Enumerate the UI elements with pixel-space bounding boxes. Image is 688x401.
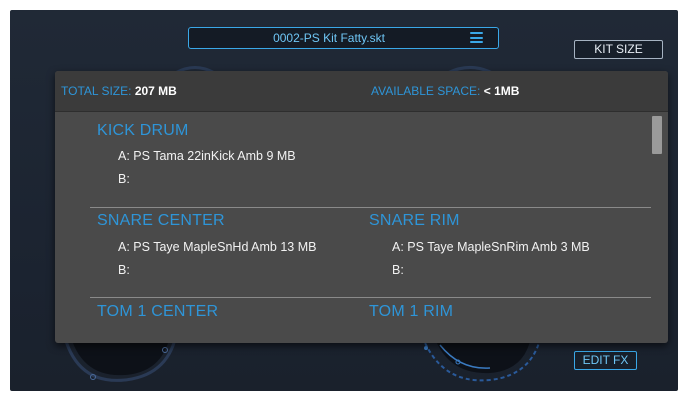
drum-name-tom1-rim: TOM 1 RIM [369, 303, 454, 320]
available-space-label: AVAILABLE SPACE: [371, 84, 481, 98]
scrollbar-thumb[interactable] [652, 116, 662, 154]
kit-size-panel: TOTAL SIZE: 207 MB AVAILABLE SPACE: < 1M… [55, 71, 668, 343]
drum-name-kick: KICK DRUM [97, 122, 189, 139]
kick-slot-b[interactable]: B: [118, 172, 130, 186]
menu-icon[interactable] [470, 32, 483, 43]
kit-size-button[interactable]: KIT SIZE [574, 40, 663, 59]
drum-name-snare-center: SNARE CENTER [97, 212, 225, 229]
drum-name-snare-rim: SNARE RIM [369, 212, 460, 229]
available-space-info: AVAILABLE SPACE: < 1MB [371, 84, 519, 98]
snare-rim-slot-b[interactable]: B: [392, 263, 404, 277]
preset-selector[interactable]: 0002-PS Kit Fatty.skt [188, 27, 499, 49]
kick-slot-a[interactable]: A: PS Tama 22inKick Amb 9 MB [118, 149, 296, 163]
available-space-value: < 1MB [483, 84, 520, 98]
drum-name-tom1-center: TOM 1 CENTER [97, 303, 219, 320]
divider [90, 207, 651, 208]
preset-name: 0002-PS Kit Fatty.skt [273, 31, 385, 45]
drum-kit-window: 0002-PS Kit Fatty.skt KIT SIZE EDIT FX T… [10, 10, 678, 391]
panel-header: TOTAL SIZE: 207 MB AVAILABLE SPACE: < 1M… [55, 71, 668, 112]
snare-center-slot-a[interactable]: A: PS Taye MapleSnHd Amb 13 MB [118, 240, 316, 254]
divider [90, 297, 651, 298]
snare-rim-slot-a[interactable]: A: PS Taye MapleSnRim Amb 3 MB [392, 240, 590, 254]
edit-fx-button[interactable]: EDIT FX [574, 351, 637, 370]
snare-center-slot-b[interactable]: B: [118, 263, 130, 277]
total-size-value: 207 MB [134, 84, 177, 98]
total-size-label: TOTAL SIZE: [61, 84, 132, 98]
total-size-info: TOTAL SIZE: 207 MB [61, 84, 177, 98]
